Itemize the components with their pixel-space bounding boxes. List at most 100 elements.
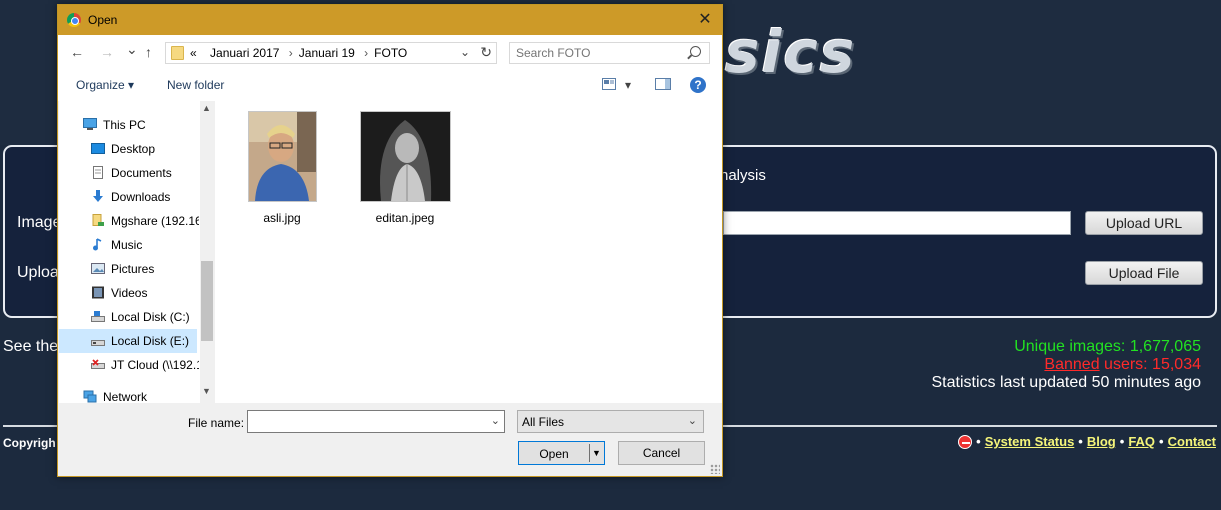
footer-link-faq[interactable]: FAQ bbox=[1128, 434, 1155, 449]
view-options-icon[interactable] bbox=[602, 78, 616, 93]
back-arrow-icon[interactable]: ← bbox=[70, 44, 84, 60]
address-bar[interactable]: « Januari 2017 › Januari 19 › FOTO ⌄ ↻ bbox=[165, 42, 497, 64]
search-icon[interactable] bbox=[690, 46, 701, 57]
footer-link-contact[interactable]: Contact bbox=[1168, 434, 1216, 449]
nav-item-music[interactable]: Music bbox=[59, 233, 199, 257]
videos-icon bbox=[92, 286, 104, 299]
nav-item-label: Videos bbox=[111, 286, 148, 300]
stat-banned-users: Banned users: 15,034 bbox=[932, 356, 1201, 374]
nav-item-label: Documents bbox=[111, 166, 172, 180]
file-name-editan[interactable]: editan.jpeg bbox=[350, 211, 460, 225]
scroll-thumb[interactable] bbox=[201, 261, 213, 341]
disk-icon bbox=[91, 311, 105, 322]
nav-item-documents[interactable]: Documents bbox=[59, 161, 199, 185]
disconnected-drive-icon bbox=[91, 359, 105, 369]
nav-item-mgshare[interactable]: Mgshare (192.16 bbox=[59, 209, 199, 233]
open-split-dropdown-icon[interactable]: ▼ bbox=[589, 444, 603, 462]
file-name-input[interactable]: ⌄ bbox=[247, 410, 505, 433]
nav-item-local-disk-e[interactable]: Local Disk (E:) bbox=[59, 329, 197, 353]
scroll-up-icon[interactable]: ▲ bbox=[202, 103, 211, 113]
desktop-icon bbox=[91, 143, 105, 154]
search-input[interactable] bbox=[516, 46, 676, 60]
resize-grip[interactable] bbox=[710, 464, 720, 474]
refresh-icon[interactable]: ↻ bbox=[480, 44, 492, 61]
recent-locations-icon[interactable]: ⌄ bbox=[126, 41, 138, 58]
breadcrumb-januari-19[interactable]: Januari 19 bbox=[299, 46, 355, 60]
new-folder-button[interactable]: New folder bbox=[167, 78, 224, 92]
nav-item-label: Downloads bbox=[111, 190, 171, 204]
disk-icon bbox=[91, 340, 105, 346]
chevron-down-icon: ⌄ bbox=[687, 415, 697, 427]
nav-item-local-disk-c[interactable]: Local Disk (C:) bbox=[59, 305, 199, 329]
nav-item-label: JT Cloud (\\192.1 bbox=[111, 358, 199, 372]
help-icon[interactable]: ? bbox=[690, 77, 706, 93]
music-icon bbox=[93, 238, 102, 251]
footer-links: • System Status • Blog • FAQ • Contact bbox=[958, 434, 1216, 449]
organize-caret-icon: ▾ bbox=[128, 78, 135, 92]
file-name-asli[interactable]: asli.jpg bbox=[227, 211, 337, 225]
upload-file-label: Uploa bbox=[17, 264, 59, 281]
nav-item-label: Music bbox=[111, 238, 143, 252]
file-type-select[interactable]: All Files ⌄ bbox=[517, 410, 704, 433]
folder-icon bbox=[171, 46, 184, 60]
file-name-label: File name: bbox=[188, 416, 245, 430]
open-button[interactable]: Open ▼ bbox=[518, 441, 605, 465]
cancel-button[interactable]: Cancel bbox=[618, 441, 705, 465]
nav-item-desktop[interactable]: Desktop bbox=[59, 137, 199, 161]
nav-scrollbar[interactable]: ▲ ▼ bbox=[200, 101, 214, 403]
file-thumbnail-asli[interactable] bbox=[248, 111, 317, 202]
close-button[interactable]: ✕ bbox=[688, 5, 722, 35]
panel-heading: nalysis bbox=[720, 167, 766, 184]
dialog-titlebar[interactable]: Open ✕ bbox=[58, 5, 722, 35]
pc-icon bbox=[83, 118, 97, 130]
chrome-icon bbox=[67, 13, 81, 27]
footer-link-system-status[interactable]: System Status bbox=[985, 434, 1075, 449]
nav-item-this-pc[interactable]: This PC bbox=[59, 113, 199, 137]
site-logo: sics bbox=[725, 18, 857, 86]
nav-item-pictures[interactable]: Pictures bbox=[59, 257, 199, 281]
upload-url-button[interactable]: Upload URL bbox=[1085, 211, 1203, 235]
nav-item-videos[interactable]: Videos bbox=[59, 281, 199, 305]
up-arrow-icon[interactable]: ↑ bbox=[145, 44, 152, 60]
preview-pane-icon[interactable] bbox=[655, 78, 671, 93]
view-caret-icon[interactable]: ▾ bbox=[625, 78, 631, 92]
image-url-label: Image bbox=[17, 214, 62, 231]
chevron-down-icon[interactable]: ⌄ bbox=[460, 45, 470, 59]
status-icon bbox=[958, 434, 973, 449]
dialog-title: Open bbox=[88, 13, 118, 27]
footer-bullet: • bbox=[1159, 434, 1164, 449]
organize-label: Organize bbox=[76, 78, 125, 92]
banned-link[interactable]: Banned bbox=[1044, 356, 1099, 373]
stat-unique-images: Unique images: 1,677,065 bbox=[1014, 338, 1201, 355]
downloads-icon bbox=[93, 190, 103, 202]
documents-icon bbox=[93, 166, 103, 179]
search-box[interactable] bbox=[509, 42, 710, 64]
nav-item-label: Pictures bbox=[111, 262, 155, 276]
breadcrumb-foto[interactable]: FOTO bbox=[374, 46, 407, 60]
footer-link-blog[interactable]: Blog bbox=[1087, 434, 1116, 449]
dialog-footer: File name: ⌄ All Files ⌄ Open ▼ Cancel bbox=[58, 403, 722, 476]
stat-updated: Statistics last updated 50 minutes ago bbox=[931, 374, 1202, 391]
copyright-text: Copyrigh bbox=[3, 436, 56, 450]
file-list: asli.jpg editan.jpeg bbox=[215, 101, 722, 403]
file-type-value: All Files bbox=[522, 415, 565, 429]
scroll-down-icon[interactable]: ▼ bbox=[202, 386, 211, 396]
forward-arrow-icon[interactable]: → bbox=[100, 44, 114, 60]
nav-item-label: Local Disk (C:) bbox=[111, 310, 190, 324]
footer-bullet: • bbox=[1119, 434, 1125, 449]
breadcrumb-overflow[interactable]: « bbox=[190, 46, 197, 60]
upload-file-button[interactable]: Upload File bbox=[1085, 261, 1203, 285]
chevron-down-icon[interactable]: ⌄ bbox=[491, 414, 500, 427]
organize-button[interactable]: Organize ▾ bbox=[76, 78, 134, 92]
nav-item-network[interactable]: Network bbox=[59, 385, 199, 403]
navigation-pane: This PC Desktop Documents Downloads Mgsh… bbox=[59, 101, 214, 403]
image-url-input[interactable] bbox=[723, 211, 1071, 235]
file-thumbnail-editan[interactable] bbox=[360, 111, 451, 202]
network-drive-icon bbox=[92, 214, 104, 226]
breadcrumb-januari-2017[interactable]: Januari 2017 bbox=[210, 46, 279, 60]
nav-item-jt-cloud[interactable]: JT Cloud (\\192.1 bbox=[59, 353, 199, 377]
nav-item-label: Network bbox=[103, 390, 148, 403]
nav-item-downloads[interactable]: Downloads bbox=[59, 185, 199, 209]
see-text: See the bbox=[3, 338, 59, 355]
footer-bullet: • bbox=[976, 434, 981, 449]
